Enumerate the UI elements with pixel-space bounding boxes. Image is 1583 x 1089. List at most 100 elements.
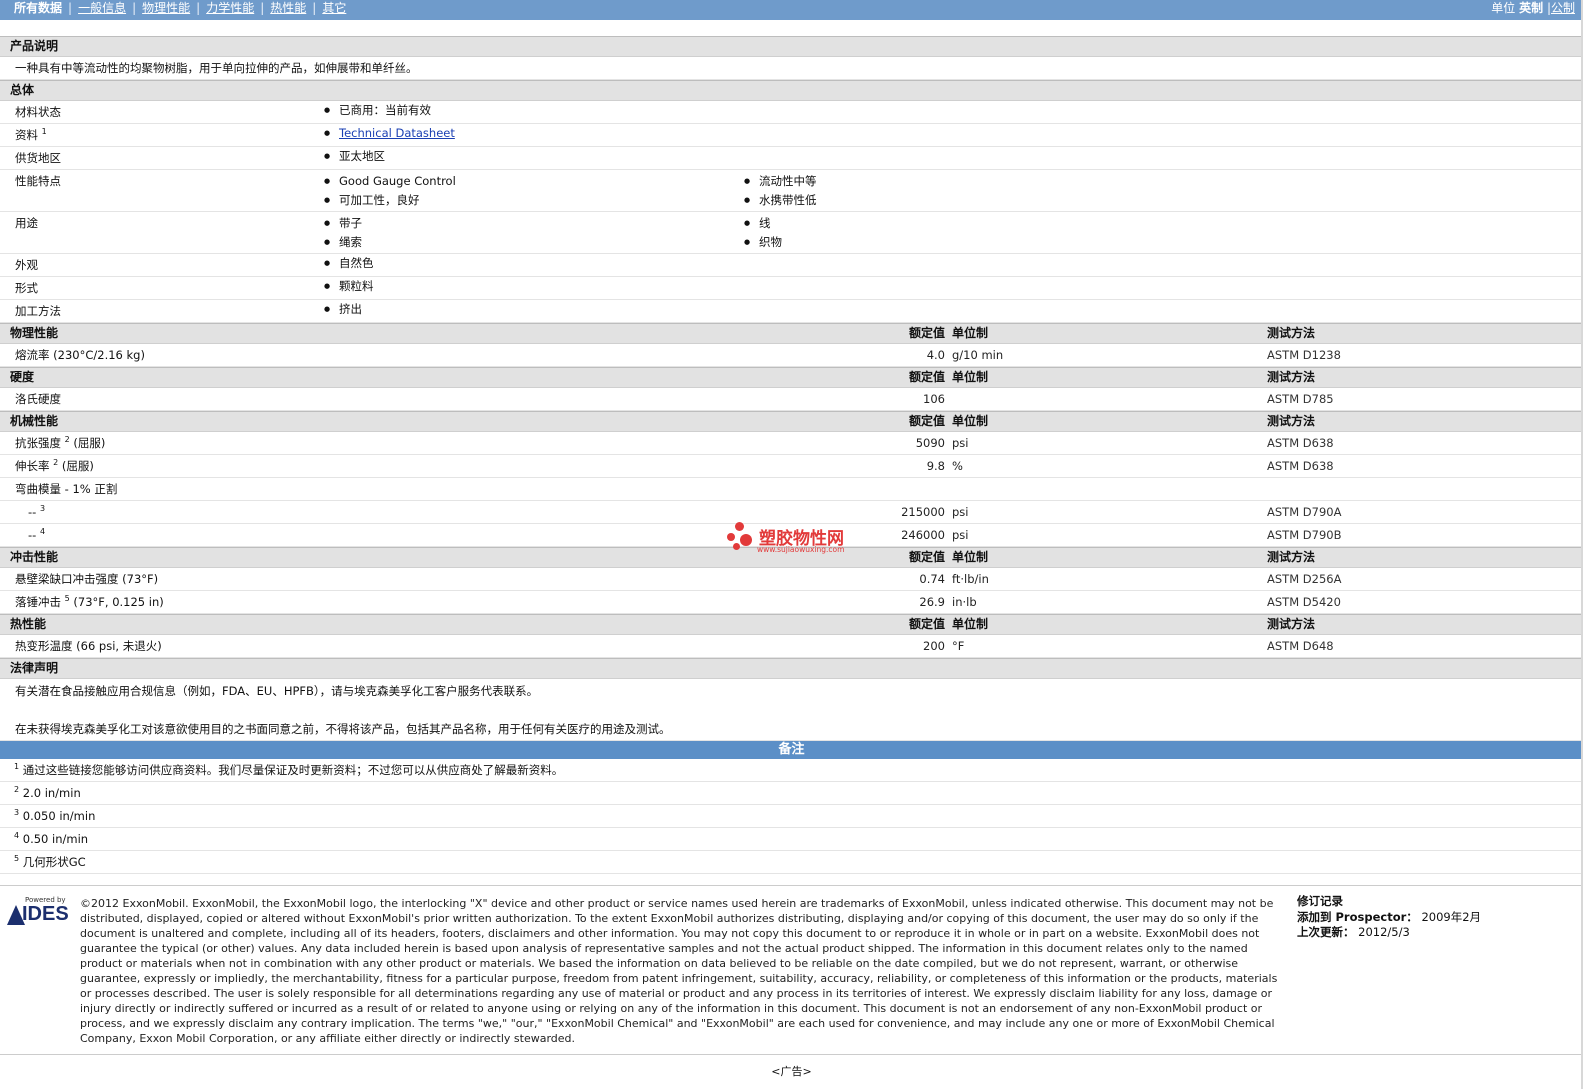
general-row-status: 材料状态 已商用：当前有效 bbox=[0, 101, 1583, 124]
revision-updated-date: 2012/5/3 bbox=[1358, 925, 1410, 939]
property-method: ASTM D790A bbox=[1267, 505, 1342, 519]
property-row: 落锤冲击 5 (73°F, 0.125 in) 26.9 in·lb ASTM … bbox=[0, 591, 1583, 614]
section-header-mechanical: 机械性能 额定值 单位制 测试方法 bbox=[0, 411, 1583, 432]
property-condition: (屈服) bbox=[61, 459, 94, 473]
col-header-value: 额定值 bbox=[908, 326, 945, 340]
row-label: 外观 bbox=[15, 258, 38, 272]
property-method: ASTM D785 bbox=[1267, 392, 1334, 406]
property-condition: (230°C/2.16 kg) bbox=[53, 348, 145, 362]
row-label: 资料 1 bbox=[15, 127, 47, 143]
row-value: 可加工性，良好 bbox=[324, 191, 419, 209]
section-header-general: 总体 bbox=[0, 80, 1583, 101]
nav-thermal[interactable]: 热性能 bbox=[270, 1, 306, 15]
row-value: 水携带性低 bbox=[744, 191, 816, 209]
property-value: 215000 bbox=[901, 505, 945, 519]
property-unit: psi bbox=[952, 436, 969, 450]
section-header-thermal: 热性能 额定值 单位制 测试方法 bbox=[0, 614, 1583, 635]
top-nav-bar: 所有数据 | 一般信息 | 物理性能 | 力学性能 | 热性能 | 其它 单位 英制 |公制 bbox=[0, 0, 1583, 20]
property-method: ASTM D638 bbox=[1267, 436, 1334, 450]
nav-all-data[interactable]: 所有数据 bbox=[14, 1, 62, 15]
section-header-description: 产品说明 bbox=[0, 36, 1583, 57]
section-header-hardness: 硬度 额定值 单位制 测试方法 bbox=[0, 367, 1583, 388]
property-method: ASTM D648 bbox=[1267, 639, 1334, 653]
row-label: 加工方法 bbox=[15, 304, 61, 318]
property-unit: g/10 min bbox=[952, 348, 1004, 362]
row-value: 带子 bbox=[324, 214, 362, 232]
nav-physical[interactable]: 物理性能 bbox=[142, 1, 190, 15]
row-value: 线 bbox=[745, 214, 771, 232]
property-method: ASTM D1238 bbox=[1267, 348, 1341, 362]
nav-mechanical[interactable]: 力学性能 bbox=[206, 1, 254, 15]
row-label: 形式 bbox=[15, 281, 38, 295]
property-row: 洛氏硬度 106 ASTM D785 bbox=[0, 388, 1583, 411]
property-value: 0.74 bbox=[919, 572, 945, 586]
property-method: ASTM D256A bbox=[1267, 572, 1342, 586]
description-text: 一种具有中等流动性的均聚物树脂，用于单向拉伸的产品，如伸展带和单纤丝。 bbox=[15, 61, 418, 75]
unit-switcher: 单位 英制 |公制 bbox=[1491, 1, 1575, 15]
units-label: 单位 bbox=[1491, 1, 1516, 15]
property-value: 9.8 bbox=[926, 459, 945, 473]
property-row: -- 3 215000 psi ASTM D790A bbox=[0, 501, 1583, 524]
revision-title: 修订记录 bbox=[1297, 894, 1343, 908]
property-row: 弯曲模量 - 1% 正割 bbox=[0, 478, 1583, 501]
property-condition: (73°F, 0.125 in) bbox=[73, 595, 164, 609]
col-header-value: 额定值 bbox=[908, 370, 945, 384]
property-unit: °F bbox=[952, 639, 965, 653]
property-label: 洛氏硬度 bbox=[15, 392, 61, 406]
row-label: 供货地区 bbox=[15, 151, 61, 165]
property-value: 106 bbox=[923, 392, 945, 406]
col-header-unit: 单位制 bbox=[952, 550, 989, 564]
legal-statement: 有关潜在食品接触应用合规信息（例如，FDA、EU、HPFB），请与埃克森美孚化工… bbox=[0, 679, 1583, 741]
technical-datasheet-link[interactable]: Technical Datasheet bbox=[324, 124, 455, 142]
nav-general-info[interactable]: 一般信息 bbox=[78, 1, 126, 15]
col-header-value: 额定值 bbox=[908, 414, 945, 428]
section-header-physical: 物理性能 额定值 单位制 测试方法 bbox=[0, 323, 1583, 344]
legal-paragraph: 在未获得埃克森美孚化工对该意欲使用目的之书面同意之前，不得将该产品，包括其产品名… bbox=[15, 722, 671, 736]
copyright-text: ©2012 ExxonMobil. ExxonMobil, the ExxonM… bbox=[80, 897, 1278, 1045]
nav-other[interactable]: 其它 bbox=[322, 1, 346, 15]
note-item: 2 2.0 in/min bbox=[0, 782, 1583, 805]
property-label: 弯曲模量 bbox=[15, 482, 61, 496]
property-label: 热变形温度 bbox=[15, 639, 73, 653]
general-row-features: 性能特点 Good Gauge Control 流动性中等 可加工性，良好 水携… bbox=[0, 170, 1583, 212]
general-row-uses: 用途 带子 线 绳索 织物 bbox=[0, 212, 1583, 254]
property-method: ASTM D638 bbox=[1267, 459, 1334, 473]
property-row: 伸长率 2 (屈服) 9.8 % ASTM D638 bbox=[0, 455, 1583, 478]
property-label: 抗张强度 bbox=[15, 436, 61, 450]
row-value: 已商用：当前有效 bbox=[324, 101, 431, 119]
row-label: 用途 bbox=[15, 216, 38, 230]
property-label: 落锤冲击 bbox=[15, 595, 61, 609]
col-header-method: 测试方法 bbox=[1267, 550, 1316, 564]
property-condition: (73°F) bbox=[122, 572, 159, 586]
note-item: 4 0.50 in/min bbox=[0, 828, 1583, 851]
unit-imperial[interactable]: 英制 bbox=[1519, 1, 1543, 15]
property-unit: ft·lb/in bbox=[952, 572, 989, 586]
col-header-method: 测试方法 bbox=[1267, 370, 1316, 384]
property-method: ASTM D5420 bbox=[1267, 595, 1341, 609]
row-value: Good Gauge Control bbox=[324, 172, 456, 190]
property-row: 抗张强度 2 (屈服) 5090 psi ASTM D638 bbox=[0, 432, 1583, 455]
row-label: 性能特点 bbox=[15, 174, 61, 188]
note-item: 5 几何形状GC bbox=[0, 851, 1583, 874]
property-row: 熔流率 (230°C/2.16 kg) 4.0 g/10 min ASTM D1… bbox=[0, 344, 1583, 367]
row-value: 挤出 bbox=[324, 300, 362, 318]
legal-paragraph: 有关潜在食品接触应用合规信息（例如，FDA、EU、HPFB），请与埃克森美孚化工… bbox=[15, 684, 539, 698]
property-condition: (66 psi, 未退火) bbox=[76, 639, 162, 653]
property-condition: - 1% 正割 bbox=[64, 482, 118, 496]
row-label: 材料状态 bbox=[15, 105, 61, 119]
general-row-processing: 加工方法 挤出 bbox=[0, 300, 1583, 323]
row-value: 织物 bbox=[744, 233, 782, 251]
col-header-value: 额定值 bbox=[908, 550, 945, 564]
row-value: 绳索 bbox=[324, 233, 362, 251]
unit-metric[interactable]: 公制 bbox=[1551, 1, 1575, 15]
section-nav: 所有数据 | 一般信息 | 物理性能 | 力学性能 | 热性能 | 其它 bbox=[14, 1, 347, 15]
watermark: 塑胶物性网 www.sujiaowuxing.com bbox=[727, 522, 867, 562]
row-value: 流动性中等 bbox=[744, 172, 816, 190]
revision-added-date: 2009年2月 bbox=[1421, 909, 1482, 924]
row-value: 自然色 bbox=[324, 254, 373, 272]
property-unit: % bbox=[952, 459, 963, 473]
col-header-unit: 单位制 bbox=[952, 414, 989, 428]
property-row: 悬壁梁缺口冲击强度 (73°F) 0.74 ft·lb/in ASTM D256… bbox=[0, 568, 1583, 591]
property-unit: psi bbox=[952, 528, 969, 542]
property-value: 26.9 bbox=[919, 595, 945, 609]
